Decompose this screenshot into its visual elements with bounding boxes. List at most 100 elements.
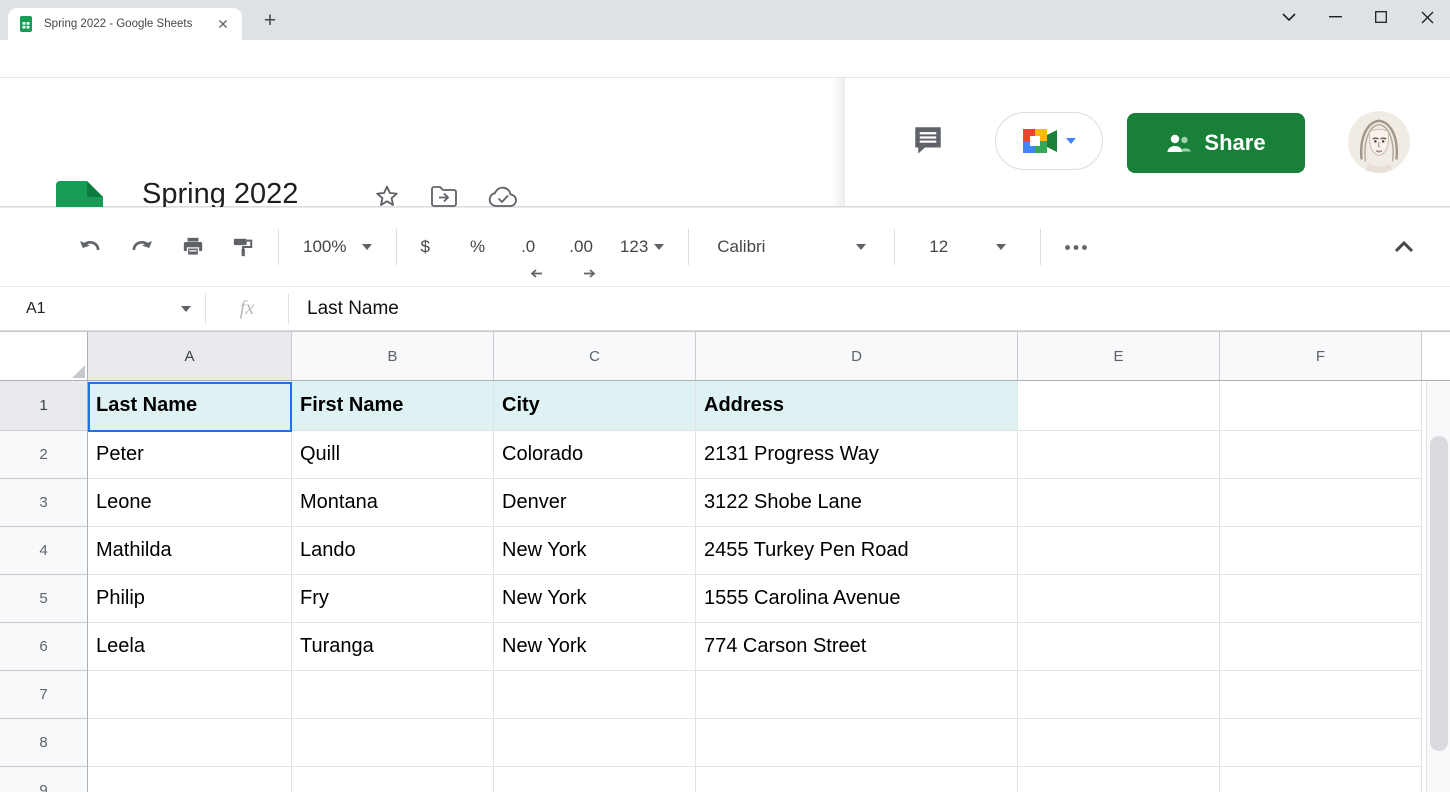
row-header-1[interactable]: 1: [0, 381, 88, 431]
cell-C5[interactable]: New York: [494, 575, 696, 623]
cell-D8[interactable]: [696, 719, 1018, 767]
cell-C9[interactable]: [494, 767, 696, 792]
cell-D9[interactable]: [696, 767, 1018, 792]
cell-B7[interactable]: [292, 671, 494, 719]
scrollbar-thumb[interactable]: [1430, 436, 1448, 751]
formula-input[interactable]: Last Name: [307, 298, 399, 320]
cell-D1[interactable]: Address: [696, 381, 1018, 431]
cell-D7[interactable]: [696, 671, 1018, 719]
cell-C7[interactable]: [494, 671, 696, 719]
column-header-F[interactable]: F: [1220, 332, 1422, 380]
cell-C1[interactable]: City: [494, 381, 696, 431]
cell-E6[interactable]: [1018, 623, 1220, 671]
redo-button[interactable]: [116, 227, 168, 267]
increase-decimal-button[interactable]: .00: [556, 227, 606, 267]
print-button[interactable]: [168, 227, 218, 267]
tab-close-icon[interactable]: [214, 15, 232, 33]
row-header-6[interactable]: 6: [0, 623, 88, 671]
cell-D2[interactable]: 2131 Progress Way: [696, 431, 1018, 479]
column-header-C[interactable]: C: [494, 332, 696, 380]
cell-B2[interactable]: Quill: [292, 431, 494, 479]
cloud-saved-icon[interactable]: [488, 186, 518, 208]
cell-B3[interactable]: Montana: [292, 479, 494, 527]
undo-button[interactable]: [64, 227, 116, 267]
cell-A9[interactable]: [88, 767, 292, 792]
cell-D3[interactable]: 3122 Shobe Lane: [696, 479, 1018, 527]
new-tab-button[interactable]: +: [256, 8, 284, 36]
cell-A5[interactable]: Philip: [88, 575, 292, 623]
name-box[interactable]: A1: [0, 300, 205, 318]
cell-B9[interactable]: [292, 767, 494, 792]
font-select[interactable]: Calibri: [699, 227, 884, 267]
cell-A6[interactable]: Leela: [88, 623, 292, 671]
font-size-select[interactable]: 12: [905, 227, 1030, 267]
cell-D5[interactable]: 1555 Carolina Avenue: [696, 575, 1018, 623]
cell-C6[interactable]: New York: [494, 623, 696, 671]
more-toolbar-options-button[interactable]: [1051, 227, 1101, 267]
cell-E9[interactable]: [1018, 767, 1220, 792]
meet-dropdown-caret-icon[interactable]: [1066, 138, 1076, 144]
cell-F9[interactable]: [1220, 767, 1422, 792]
row-header-4[interactable]: 4: [0, 527, 88, 575]
cell-E8[interactable]: [1018, 719, 1220, 767]
row-header-5[interactable]: 5: [0, 575, 88, 623]
vertical-scrollbar[interactable]: [1426, 382, 1450, 792]
window-close-button[interactable]: [1404, 0, 1450, 34]
row-header-7[interactable]: 7: [0, 671, 88, 719]
account-avatar[interactable]: [1348, 111, 1410, 173]
cell-B6[interactable]: Turanga: [292, 623, 494, 671]
column-header-D[interactable]: D: [696, 332, 1018, 380]
column-header-B[interactable]: B: [292, 332, 494, 380]
column-header-E[interactable]: E: [1018, 332, 1220, 380]
paint-format-button[interactable]: [218, 227, 268, 267]
cell-A2[interactable]: Peter: [88, 431, 292, 479]
cell-A7[interactable]: [88, 671, 292, 719]
cell-C8[interactable]: [494, 719, 696, 767]
column-header-A[interactable]: A: [88, 332, 292, 380]
cell-F4[interactable]: [1220, 527, 1422, 575]
cell-F6[interactable]: [1220, 623, 1422, 671]
cell-F2[interactable]: [1220, 431, 1422, 479]
row-header-8[interactable]: 8: [0, 719, 88, 767]
cell-B5[interactable]: Fry: [292, 575, 494, 623]
row-header-2[interactable]: 2: [0, 431, 88, 479]
window-maximize-button[interactable]: [1358, 0, 1404, 34]
row-header-3[interactable]: 3: [0, 479, 88, 527]
row-header-9[interactable]: 9: [0, 767, 88, 792]
cell-B1[interactable]: First Name: [292, 381, 494, 431]
format-currency-button[interactable]: $: [407, 227, 442, 267]
meet-button[interactable]: [995, 112, 1103, 170]
cell-B4[interactable]: Lando: [292, 527, 494, 575]
cell-C3[interactable]: Denver: [494, 479, 696, 527]
cell-F5[interactable]: [1220, 575, 1422, 623]
cell-A3[interactable]: Leone: [88, 479, 292, 527]
cell-E5[interactable]: [1018, 575, 1220, 623]
decrease-decimal-button[interactable]: .0: [508, 227, 548, 267]
share-button[interactable]: Share: [1127, 113, 1305, 173]
more-formats-button[interactable]: 123: [606, 227, 678, 267]
cell-E4[interactable]: [1018, 527, 1220, 575]
cell-E7[interactable]: [1018, 671, 1220, 719]
comments-icon[interactable]: [910, 122, 946, 158]
move-folder-icon[interactable]: [430, 185, 458, 209]
hide-menus-button[interactable]: [1380, 227, 1428, 267]
cell-E2[interactable]: [1018, 431, 1220, 479]
window-minimize-button[interactable]: [1312, 0, 1358, 34]
cell-F1[interactable]: [1220, 381, 1422, 431]
cell-C4[interactable]: New York: [494, 527, 696, 575]
cell-F3[interactable]: [1220, 479, 1422, 527]
cell-A8[interactable]: [88, 719, 292, 767]
cell-A4[interactable]: Mathilda: [88, 527, 292, 575]
browser-tab[interactable]: Spring 2022 - Google Sheets: [8, 8, 242, 40]
cell-F8[interactable]: [1220, 719, 1422, 767]
zoom-select[interactable]: 100%: [289, 227, 386, 267]
cell-B8[interactable]: [292, 719, 494, 767]
format-percent-button[interactable]: %: [457, 227, 498, 267]
cell-F7[interactable]: [1220, 671, 1422, 719]
cell-A1[interactable]: Last Name: [88, 381, 292, 431]
cell-E1[interactable]: [1018, 381, 1220, 431]
cell-E3[interactable]: [1018, 479, 1220, 527]
cell-D4[interactable]: 2455 Turkey Pen Road: [696, 527, 1018, 575]
select-all-corner[interactable]: [0, 332, 88, 380]
tab-search-chevron-icon[interactable]: [1266, 0, 1312, 34]
